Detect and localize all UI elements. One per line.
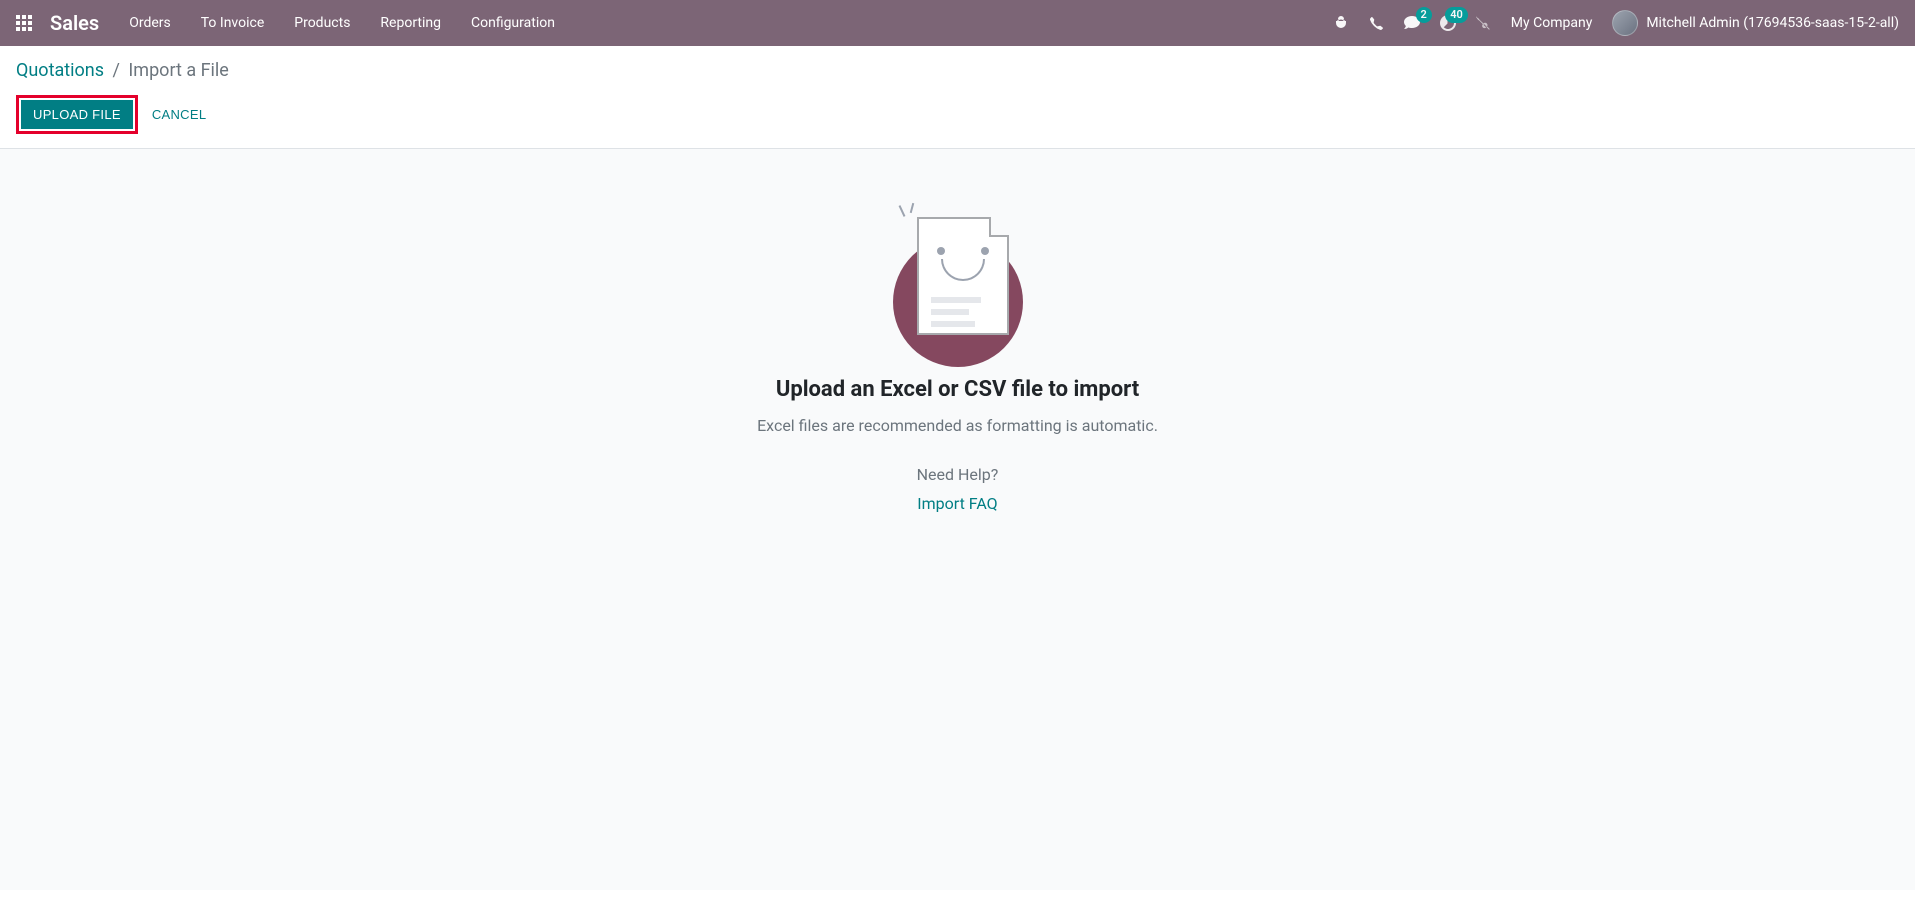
nav-menu: Orders To Invoice Products Reporting Con… <box>129 15 555 31</box>
user-menu[interactable]: Mitchell Admin (17694536-saas-15-2-all) <box>1612 10 1899 36</box>
upload-file-button[interactable]: Upload File <box>21 100 133 129</box>
company-selector[interactable]: My Company <box>1511 15 1593 31</box>
main-content: Upload an Excel or CSV file to import Ex… <box>0 149 1915 890</box>
nav-right: 2 40 My Company Mitchell Admin (17694536… <box>1333 10 1899 36</box>
messages-icon[interactable]: 2 <box>1404 15 1420 31</box>
phone-icon[interactable] <box>1369 16 1384 31</box>
top-navbar: Sales Orders To Invoice Products Reporti… <box>0 0 1915 46</box>
empty-help-text: Need Help? <box>638 465 1278 484</box>
user-name: Mitchell Admin (17694536-saas-15-2-all) <box>1646 15 1899 31</box>
app-brand[interactable]: Sales <box>50 11 99 35</box>
breadcrumb-parent[interactable]: Quotations <box>16 60 104 81</box>
empty-subtitle: Excel files are recommended as formattin… <box>638 416 1278 435</box>
empty-title: Upload an Excel or CSV file to import <box>638 377 1278 402</box>
empty-state: Upload an Excel or CSV file to import Ex… <box>638 209 1278 513</box>
debug-icon[interactable] <box>1333 15 1349 31</box>
activities-icon[interactable]: 40 <box>1440 15 1456 31</box>
activities-badge: 40 <box>1445 7 1468 23</box>
avatar-icon <box>1612 10 1638 36</box>
cancel-button[interactable]: Cancel <box>152 107 207 122</box>
nav-products[interactable]: Products <box>294 15 350 31</box>
control-panel: Quotations / Import a File Upload File C… <box>0 46 1915 149</box>
button-row: Upload File Cancel <box>16 95 1899 134</box>
nav-to-invoice[interactable]: To Invoice <box>201 15 265 31</box>
import-faq-link[interactable]: Import FAQ <box>917 494 997 513</box>
breadcrumb-separator: / <box>112 60 119 81</box>
upload-highlight: Upload File <box>16 95 138 134</box>
tools-icon[interactable] <box>1476 16 1491 31</box>
breadcrumb-current: Import a File <box>128 60 228 81</box>
nav-configuration[interactable]: Configuration <box>471 15 555 31</box>
breadcrumb: Quotations / Import a File <box>16 60 1899 81</box>
nav-reporting[interactable]: Reporting <box>380 15 441 31</box>
nav-orders[interactable]: Orders <box>129 15 171 31</box>
messages-badge: 2 <box>1416 7 1432 23</box>
import-illustration <box>883 209 1033 359</box>
apps-icon[interactable] <box>16 15 32 31</box>
